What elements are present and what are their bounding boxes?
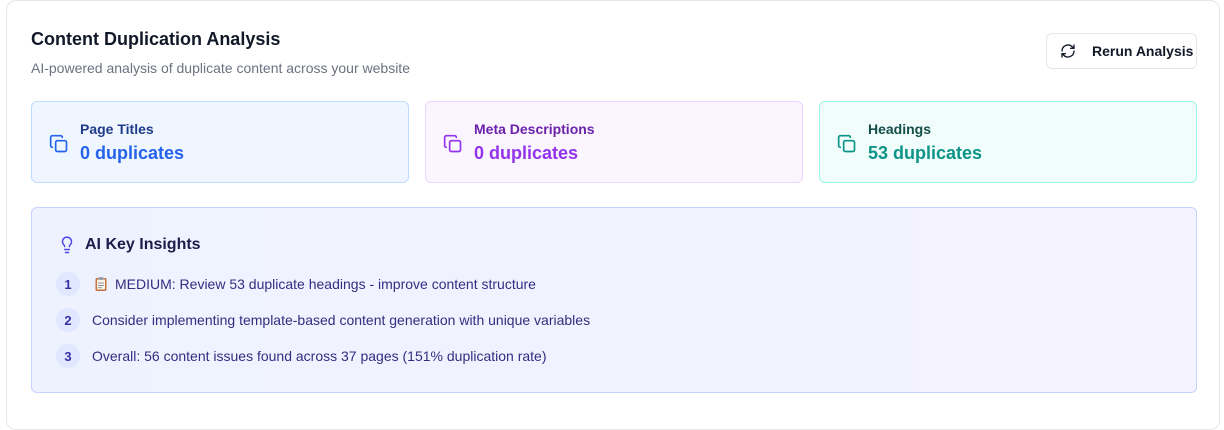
lightbulb-icon xyxy=(58,235,76,255)
card-count: 53 duplicates xyxy=(868,143,983,163)
copy-icon xyxy=(837,134,857,154)
insight-text: Consider implementing template-based con… xyxy=(92,312,591,328)
insight-number: 3 xyxy=(56,344,80,368)
card-label: Headings xyxy=(868,121,932,137)
insight-number: 2 xyxy=(56,308,80,332)
insight-item: 2 Consider implementing template-based c… xyxy=(56,308,590,332)
card-count: 0 duplicates xyxy=(80,143,185,163)
insight-item: 3 Overall: 56 content issues found acros… xyxy=(56,344,590,368)
ai-insights-box: AI Key Insights 1 MEDIUM: Review 53 dupl… xyxy=(31,207,1197,393)
content-duplication-panel: Content Duplication Analysis AI-powered … xyxy=(6,0,1220,430)
copy-icon xyxy=(443,134,463,154)
insights-list: 1 MEDIUM: Review 53 duplicate headings -… xyxy=(56,272,590,380)
panel-title: Content Duplication Analysis xyxy=(31,29,281,49)
insights-heading: AI Key Insights xyxy=(85,236,201,253)
insight-item: 1 MEDIUM: Review 53 duplicate headings -… xyxy=(56,272,590,296)
insight-text: Overall: 56 content issues found across … xyxy=(92,348,547,364)
rerun-analysis-button[interactable]: Rerun Analysis xyxy=(1046,33,1197,69)
card-label: Page Titles xyxy=(80,121,154,137)
rerun-analysis-label: Rerun Analysis xyxy=(1092,43,1194,59)
clipboard-icon xyxy=(93,276,109,292)
headings-card: Headings 53 duplicates xyxy=(819,101,1197,183)
refresh-icon xyxy=(1060,43,1076,59)
insight-text: MEDIUM: Review 53 duplicate headings - i… xyxy=(115,276,536,292)
page-titles-card: Page Titles 0 duplicates xyxy=(31,101,409,183)
insight-number: 1 xyxy=(56,272,80,296)
card-count: 0 duplicates xyxy=(474,143,579,163)
insights-header: AI Key Insights xyxy=(58,235,201,255)
card-label: Meta Descriptions xyxy=(474,121,595,137)
copy-icon xyxy=(49,134,69,154)
panel-subtitle: AI-powered analysis of duplicate content… xyxy=(31,60,410,76)
meta-descriptions-card: Meta Descriptions 0 duplicates xyxy=(425,101,803,183)
